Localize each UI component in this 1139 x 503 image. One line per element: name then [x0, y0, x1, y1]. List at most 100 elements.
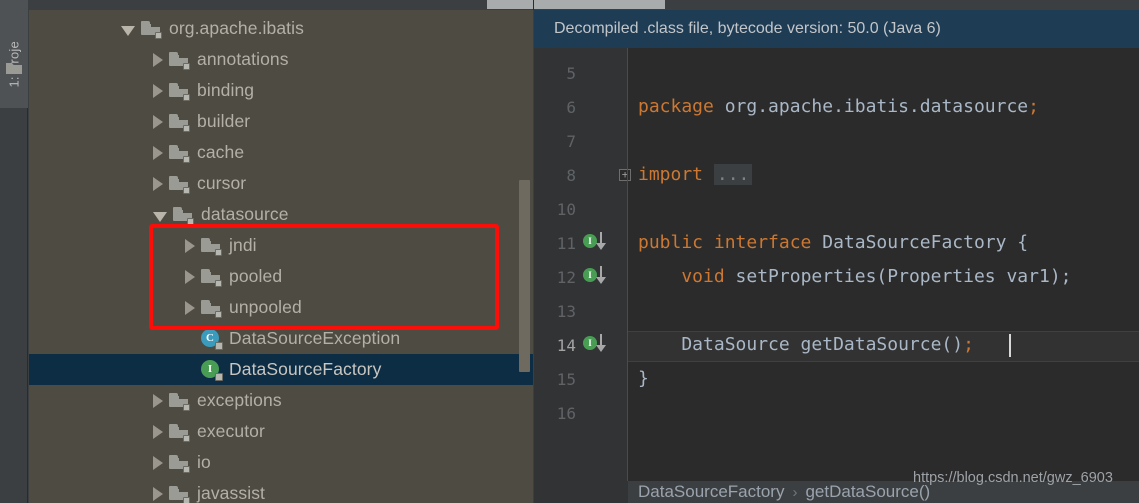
tree-item-datasourcefactory[interactable]: I DataSourceFactory — [29, 354, 533, 385]
tree-item-jndi[interactable]: jndi — [29, 230, 533, 261]
tree-item-unpooled[interactable]: unpooled — [29, 292, 533, 323]
folder-icon — [169, 392, 190, 411]
line-number-5: 5 — [566, 64, 576, 83]
folder-icon — [169, 51, 190, 70]
tree-item-executor[interactable]: executor — [29, 416, 533, 447]
tree-scrollbar[interactable] — [519, 10, 533, 503]
tree-item-label: DataSourceFactory — [229, 359, 382, 379]
tree-item-javassist[interactable]: javassist — [29, 478, 533, 503]
text-caret — [1009, 334, 1011, 357]
tool-window-button-project[interactable]: 1: Proje — [0, 0, 28, 108]
tree-item-label: org.apache.ibatis — [169, 18, 304, 38]
editor-gutter[interactable]: 5 6 7 8 +10 11 I 12 I 13 14 I 15 16 — [534, 48, 631, 503]
folder-icon — [169, 113, 190, 132]
editor-tab-strip[interactable] — [487, 0, 665, 9]
decompiled-notification-text: Decompiled .class file, bytecode version… — [554, 20, 941, 37]
tree-item-io[interactable]: io — [29, 447, 533, 478]
folder-icon — [141, 20, 162, 39]
tree-scrollbar-thumb[interactable] — [519, 180, 530, 372]
chevron-right-icon[interactable] — [153, 393, 163, 408]
tree-item-pooled[interactable]: pooled — [29, 261, 533, 292]
chevron-down-icon[interactable] — [153, 211, 167, 222]
watermark-url: https://blog.csdn.net/gwz_6903 — [913, 470, 1113, 486]
code-line-12[interactable]: void setProperties(Properties var1); — [638, 266, 1072, 287]
code-line-6[interactable]: package org.apache.ibatis.datasource; — [638, 98, 1039, 116]
code-token: } — [638, 368, 649, 389]
ide-window: 1: Proje org.apache.ibatis annotations bin… — [0, 0, 1139, 503]
line-number-15: 15 — [556, 370, 576, 389]
tree-item-cache[interactable]: cache — [29, 137, 533, 168]
tree-item-annotations[interactable]: annotations — [29, 44, 533, 75]
breadcrumb-separator: › — [792, 483, 798, 501]
tree-item-exceptions[interactable]: exceptions — [29, 385, 533, 416]
tree-item-label: jndi — [229, 235, 257, 255]
code-token: setProperties(Properties var1); — [735, 266, 1072, 287]
tree-item-binding[interactable]: binding — [29, 75, 533, 106]
code-token: ; — [1028, 96, 1039, 117]
code-token: ... — [713, 164, 753, 185]
folder-icon — [169, 485, 190, 503]
implemented-mark-icon[interactable]: I — [583, 334, 615, 352]
line-number-6: 6 — [566, 98, 576, 117]
code-token: ; — [963, 334, 974, 355]
top-strip — [0, 0, 1139, 10]
line-number-16: 16 — [556, 404, 576, 423]
tree-item-datasource[interactable]: datasource — [29, 199, 533, 230]
chevron-right-icon[interactable] — [153, 424, 163, 439]
tree-item-label: pooled — [229, 266, 283, 286]
folder-icon — [201, 268, 222, 287]
code-line-15[interactable]: } — [638, 370, 649, 388]
chevron-right-icon[interactable] — [153, 114, 163, 129]
line-number-11: 11 — [556, 234, 576, 253]
chevron-right-icon[interactable] — [185, 238, 195, 253]
chevron-right-icon[interactable] — [153, 83, 163, 98]
tree-item-label: cursor — [197, 173, 247, 193]
chevron-right-icon[interactable] — [185, 300, 195, 315]
implemented-mark-icon[interactable]: I — [583, 232, 615, 250]
breadcrumb-item-1[interactable]: getDataSource() — [805, 482, 930, 502]
folder-icon — [169, 423, 190, 442]
tree-item-label: io — [197, 452, 211, 472]
tree-item-builder[interactable]: builder — [29, 106, 533, 137]
folder-icon — [169, 144, 190, 163]
tree-item-label: javassist — [197, 483, 266, 503]
code-area[interactable]: package org.apache.ibatis.datasource; imp… — [628, 48, 1139, 503]
chevron-right-icon[interactable] — [185, 269, 195, 284]
code-token: void — [638, 266, 736, 287]
tree-item-label: annotations — [197, 49, 289, 69]
tree-item-label: datasource — [201, 204, 289, 224]
breadcrumb-item-0[interactable]: DataSourceFactory — [638, 482, 784, 502]
tree-item-label: unpooled — [229, 297, 302, 317]
code-line-11[interactable]: public interface DataSourceFactory { — [638, 234, 1028, 252]
tree-item-datasourceexception[interactable]: C DataSourceException — [29, 323, 533, 354]
code-line-14[interactable]: DataSource getDataSource(); — [638, 336, 974, 354]
chevron-right-icon[interactable] — [153, 52, 163, 67]
tree-item-org-apache-ibatis[interactable]: org.apache.ibatis — [29, 13, 533, 44]
line-number-10: 10 — [556, 200, 576, 219]
chevron-right-icon[interactable] — [153, 176, 163, 191]
folder-icon — [169, 82, 190, 101]
implemented-mark-icon[interactable]: I — [583, 266, 615, 284]
tree-item-cursor[interactable]: cursor — [29, 168, 533, 199]
tree-item-label: exceptions — [197, 390, 282, 410]
folder-icon — [6, 62, 22, 75]
fold-expand-icon[interactable]: + — [619, 169, 631, 181]
folder-icon — [169, 454, 190, 473]
chevron-right-icon[interactable] — [153, 145, 163, 160]
interface-icon: I — [201, 359, 223, 381]
project-tree-panel[interactable]: org.apache.ibatis annotations binding build… — [29, 10, 533, 503]
tree-item-label: binding — [197, 80, 255, 100]
chevron-right-icon[interactable] — [153, 455, 163, 470]
gutter-separator — [627, 48, 628, 481]
chevron-down-icon[interactable] — [121, 25, 135, 36]
code-token: DataSource getDataSource() — [638, 334, 964, 355]
tree-item-label: cache — [197, 142, 245, 162]
folder-icon — [169, 175, 190, 194]
line-number-12: 12 — [556, 268, 576, 287]
code-line-8[interactable]: import ... — [638, 164, 753, 185]
code-token: import — [638, 164, 714, 185]
chevron-right-icon[interactable] — [153, 486, 163, 501]
code-token: { — [1006, 232, 1029, 253]
folder-icon — [201, 237, 222, 256]
line-number-7: 7 — [566, 132, 576, 151]
